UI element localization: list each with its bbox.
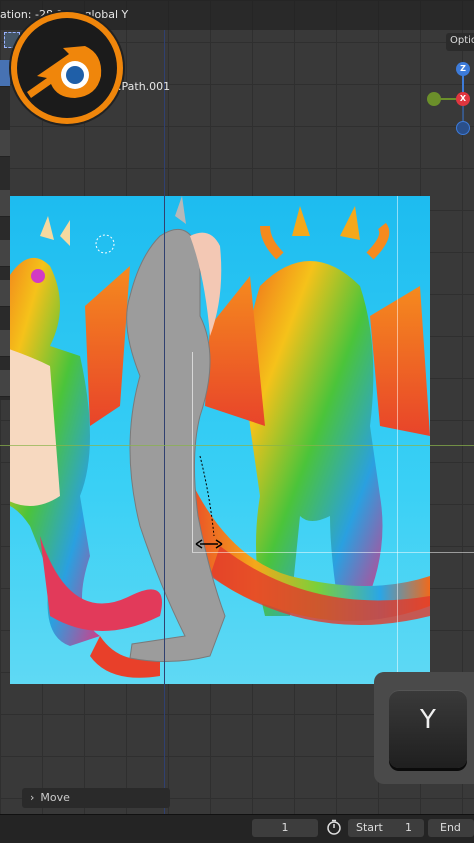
end-frame-field[interactable]: End [428,819,474,837]
tab-options[interactable]: Optio [446,33,474,51]
move-operator-label: Move [40,791,70,804]
left-toolbar [0,60,10,400]
tool-move[interactable] [0,190,10,217]
tool-select[interactable] [0,60,10,87]
3d-viewport[interactable]: ation: -28.1 global Y Optio .Path.001 [0,0,474,842]
keycap-y: Y [389,690,467,768]
move-operator-panel[interactable]: › Move [22,788,170,808]
tool-rotate[interactable] [0,240,10,267]
end-label: End [440,821,461,834]
x-axis-line [0,445,474,446]
dragon-turnaround-art [10,196,430,678]
gizmo-x-axis[interactable]: X [456,92,470,106]
blender-logo-icon [11,12,123,124]
start-label: Start [356,821,383,834]
guide-line-vertical [192,352,193,552]
timeline-bar: 1 Start 1 End [0,814,474,843]
active-object-name: .Path.001 [118,80,171,93]
gizmo-z-axis[interactable]: Z [456,62,470,76]
guide-line-horizontal [192,552,474,553]
tool-annotate[interactable] [0,370,10,397]
gizmo-y-axis[interactable] [427,92,441,106]
gizmo-neg-z-axis[interactable] [456,121,470,135]
current-frame-field[interactable]: 1 [252,819,318,837]
tool-scale[interactable] [0,280,10,307]
image-edge-line [397,196,398,684]
start-frame-field[interactable]: Start 1 [348,819,424,837]
stopwatch-icon[interactable] [326,819,342,835]
chevron-right-icon: › [30,791,35,804]
start-value: 1 [405,821,412,834]
tool-cursor[interactable] [0,130,10,157]
y-axis-line [164,30,165,842]
navigation-gizmo[interactable]: Z X [420,56,474,140]
reference-image [10,196,430,684]
tool-transform[interactable] [0,330,10,357]
